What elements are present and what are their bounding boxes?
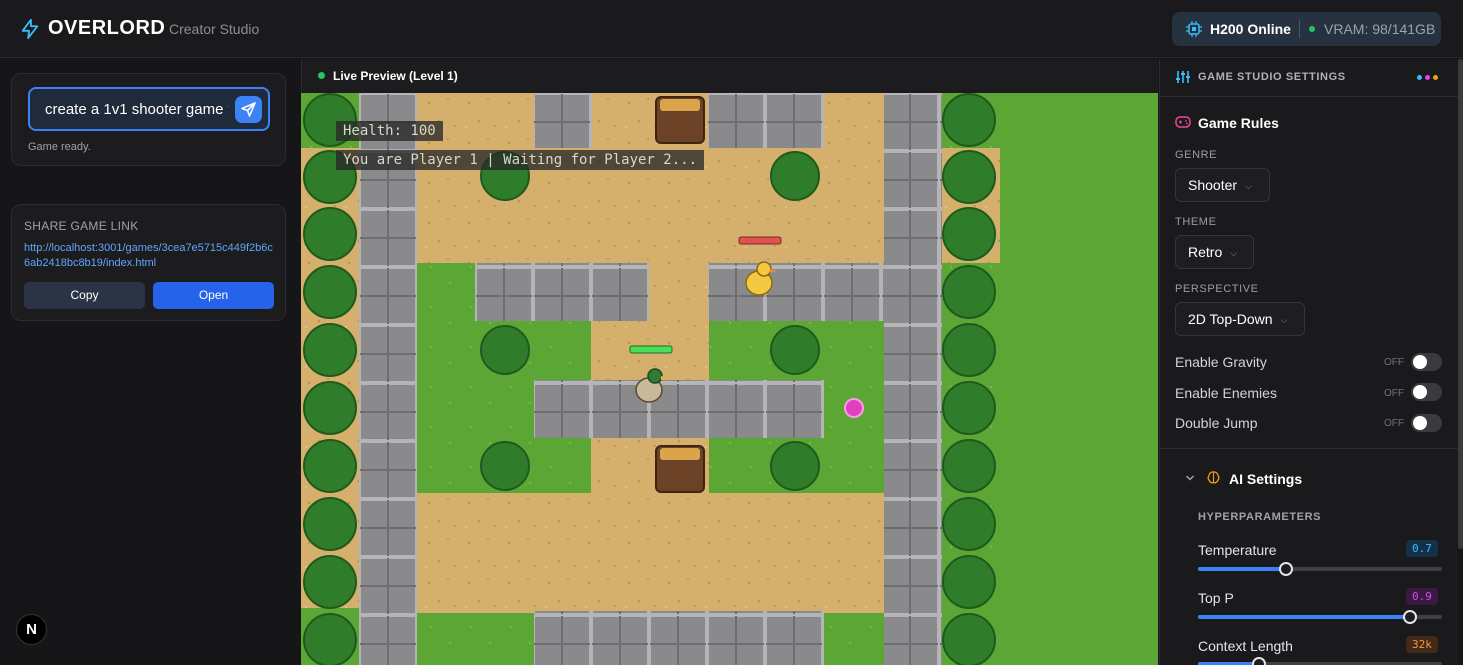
online-dot — [1309, 26, 1315, 32]
brain-icon — [1207, 471, 1220, 484]
theme-label: THEME — [1175, 216, 1217, 228]
gravity-toggle[interactable] — [1411, 353, 1442, 371]
prompt-input[interactable] — [28, 87, 270, 131]
health-hud: Health: 100 — [336, 121, 443, 141]
preview-label: Live Preview (Level 1) — [333, 69, 458, 83]
enemies-label: Enable Enemies — [1175, 385, 1277, 401]
settings-title: GAME STUDIO SETTINGS — [1198, 71, 1346, 83]
share-link[interactable]: http://localhost:3001/games/3cea7e5715c4… — [24, 241, 276, 271]
chevron-down-icon: ⌵ — [1280, 315, 1288, 326]
app-title: OVERLORD — [48, 17, 166, 39]
dot-pink — [1425, 75, 1430, 80]
temperature-slider[interactable] — [1198, 562, 1442, 576]
dot-orange — [1433, 75, 1438, 80]
perspective-value: 2D Top-Down — [1188, 311, 1273, 327]
copy-button[interactable]: Copy — [24, 282, 145, 309]
divider — [1299, 20, 1300, 38]
dot-blue — [1417, 75, 1422, 80]
genre-label: GENRE — [1175, 149, 1218, 161]
chevron-down-icon: ⌵ — [1230, 248, 1238, 259]
toggle-knob — [1413, 355, 1427, 369]
settings-scrollbar[interactable] — [1458, 59, 1463, 549]
lightning-icon — [21, 18, 39, 40]
gpu-name: H200 Online — [1210, 21, 1291, 37]
hyperparameters-label: HYPERPARAMETERS — [1198, 511, 1322, 523]
nextjs-badge[interactable]: N — [16, 614, 47, 645]
divider — [1160, 448, 1458, 449]
top-p-value: 0.9 — [1406, 588, 1438, 605]
slider-thumb[interactable] — [1252, 657, 1266, 665]
toggle-knob — [1413, 385, 1427, 399]
theme-value: Retro — [1188, 244, 1223, 260]
open-button[interactable]: Open — [153, 282, 274, 309]
app-subtitle: Creator Studio — [169, 21, 260, 37]
game-map — [301, 93, 1158, 665]
perspective-select[interactable]: 2D Top-Down ⌵ — [1175, 302, 1305, 336]
game-canvas[interactable]: Health: 100 You are Player 1 | Waiting f… — [301, 93, 1158, 665]
sliders-icon — [1176, 71, 1190, 83]
context-length-value: 32k — [1406, 636, 1438, 653]
chevron-down-icon: ⌵ — [1245, 181, 1252, 192]
vram-readout: VRAM: 98/141GB — [1324, 21, 1436, 37]
prompt-card: Game ready. — [11, 73, 286, 166]
game-rules-title: Game Rules — [1198, 115, 1279, 131]
temperature-value: 0.7 — [1406, 540, 1438, 557]
perspective-label: PERSPECTIVE — [1175, 283, 1259, 295]
context-length-label: Context Length — [1198, 638, 1293, 654]
app-header: OVERLORD Creator Studio H200 Online VRAM… — [0, 0, 1463, 58]
settings-panel: GAME STUDIO SETTINGS Game Rules GENRE Sh… — [1159, 59, 1458, 665]
settings-header: GAME STUDIO SETTINGS — [1160, 59, 1458, 97]
double-jump-state: OFF — [1384, 418, 1404, 429]
gravity-state: OFF — [1384, 357, 1404, 368]
share-card: SHARE GAME LINK http://localhost:3001/ga… — [11, 204, 286, 321]
gpu-status-pill: H200 Online VRAM: 98/141GB — [1172, 12, 1441, 46]
enemies-state: OFF — [1384, 388, 1404, 399]
send-icon — [241, 102, 256, 117]
player-status-hud: You are Player 1 | Waiting for Player 2.… — [336, 150, 705, 170]
gravity-label: Enable Gravity — [1175, 354, 1267, 370]
temperature-label: Temperature — [1198, 542, 1277, 558]
cpu-chip-icon — [1186, 21, 1202, 37]
top-p-label: Top P — [1198, 590, 1234, 606]
chevron-down-icon[interactable] — [1185, 473, 1195, 483]
slider-thumb[interactable] — [1403, 610, 1417, 624]
slider-thumb[interactable] — [1279, 562, 1293, 576]
preview-header: Live Preview (Level 1) — [301, 59, 1158, 93]
slider-fill — [1198, 567, 1286, 571]
double-jump-label: Double Jump — [1175, 415, 1258, 431]
toggle-knob — [1413, 416, 1427, 430]
genre-value: Shooter — [1188, 177, 1238, 193]
top-p-slider[interactable] — [1198, 610, 1442, 624]
ai-settings-title[interactable]: AI Settings — [1229, 471, 1302, 487]
share-title: SHARE GAME LINK — [24, 219, 139, 233]
genre-select[interactable]: Shooter ⌵ — [1175, 168, 1270, 202]
theme-select[interactable]: Retro ⌵ — [1175, 235, 1254, 269]
gamepad-icon — [1175, 116, 1191, 128]
enemies-toggle[interactable] — [1411, 383, 1442, 401]
live-dot — [318, 72, 325, 79]
slider-fill — [1198, 615, 1410, 619]
status-text: Game ready. — [28, 141, 91, 153]
double-jump-toggle[interactable] — [1411, 414, 1442, 432]
send-button[interactable] — [235, 96, 262, 123]
